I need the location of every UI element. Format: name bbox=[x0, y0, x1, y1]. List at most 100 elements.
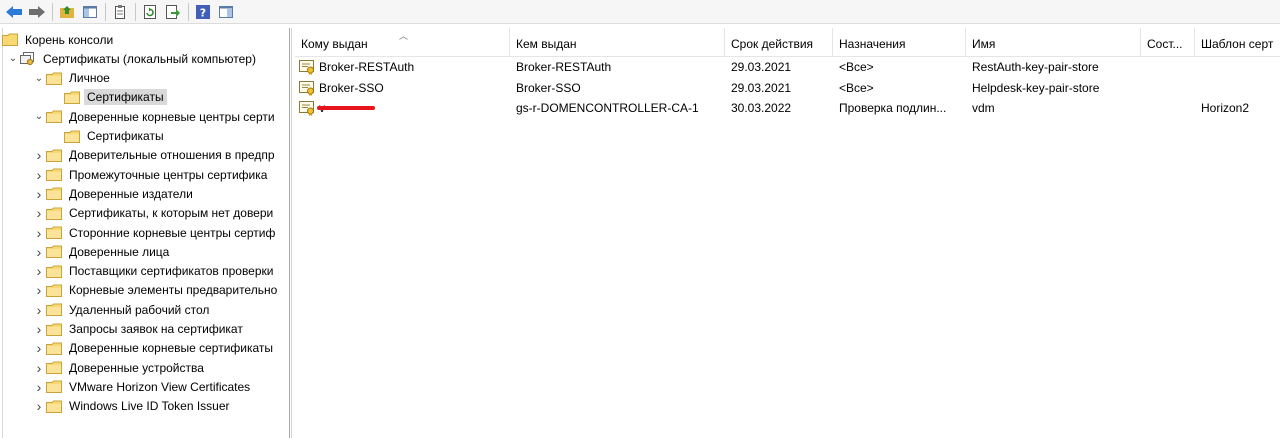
up-folder-button[interactable] bbox=[57, 2, 77, 22]
table-row[interactable]: Broker-RESTAuth Broker-RESTAuth 29.03.2021… bbox=[295, 57, 1280, 77]
tree-node[interactable]: › Windows Live ID Token Issuer bbox=[32, 397, 233, 416]
folder-icon bbox=[46, 361, 62, 375]
expanded-chevron-icon[interactable]: ⌄ bbox=[6, 49, 20, 68]
tree-node[interactable]: ⌄ Личное bbox=[32, 69, 113, 88]
console-root-icon bbox=[2, 33, 18, 46]
table-row[interactable]: Broker-SSO Broker-SSO 29.03.2021 <Все> Helpd… bbox=[295, 78, 1280, 98]
tree-node-label: Промежуточные центры сертифика bbox=[69, 167, 268, 182]
tree-node-label: Личное bbox=[69, 71, 110, 86]
properties-button[interactable] bbox=[110, 2, 130, 22]
forward-button[interactable] bbox=[27, 2, 47, 22]
column-status[interactable]: Сост... bbox=[1141, 28, 1195, 56]
tree-node[interactable]: › Сертификаты, к которым нет довери bbox=[32, 204, 276, 223]
collapsed-chevron-icon[interactable]: › bbox=[32, 358, 46, 377]
column-expiration[interactable]: Срок действия bbox=[725, 28, 833, 56]
tree-node[interactable]: › Доверенные лица bbox=[32, 242, 172, 261]
tree-node-label: VMware Horizon View Certificates bbox=[69, 379, 251, 394]
collapsed-chevron-icon[interactable]: › bbox=[32, 204, 46, 223]
cell-text: 30.03.2022 bbox=[731, 101, 792, 115]
certificate-icon bbox=[299, 100, 315, 116]
column-purposes[interactable]: Назначения bbox=[833, 28, 966, 56]
column-label: Кем выдан bbox=[516, 37, 577, 51]
cell-text: Helpdesk-key-pair-store bbox=[972, 80, 1100, 95]
show-action-pane-button[interactable] bbox=[216, 2, 236, 22]
collapsed-chevron-icon[interactable]: › bbox=[32, 184, 46, 203]
show-hide-tree-button[interactable] bbox=[80, 2, 100, 22]
table-cell: gs-r-DOMENCONTROLLER-CA-1 bbox=[510, 98, 725, 118]
tree-node[interactable]: › VMware Horizon View Certificates bbox=[32, 377, 253, 396]
collapsed-chevron-icon[interactable]: › bbox=[32, 377, 46, 396]
column-issued-by[interactable]: Кем выдан bbox=[510, 28, 725, 56]
collapsed-chevron-icon[interactable]: › bbox=[32, 262, 46, 281]
tree-node-label: Сертификаты, к которым нет довери bbox=[69, 206, 274, 221]
table-cell: <Все> bbox=[833, 78, 966, 98]
folder-icon bbox=[46, 245, 62, 259]
cell-text: 29.03.2021 bbox=[731, 80, 792, 95]
tree-node[interactable]: › Сторонние корневые центры сертиф bbox=[32, 223, 278, 242]
certificate-list[interactable]: Кому выдан ︿ Кем выдан Срок действия Наз… bbox=[295, 28, 1280, 438]
back-button[interactable] bbox=[4, 2, 24, 22]
tree-node[interactable]: › Поставщики сертификатов проверки bbox=[32, 262, 277, 281]
collapsed-chevron-icon[interactable]: › bbox=[32, 320, 46, 339]
cell-text: vdm bbox=[972, 101, 995, 115]
tree-node-label: Поставщики сертификатов проверки bbox=[69, 264, 274, 279]
table-cell bbox=[1141, 78, 1195, 98]
refresh-button[interactable] bbox=[140, 2, 160, 22]
tree-node[interactable]: › Доверенные корневые сертификаты bbox=[32, 339, 276, 358]
table-row[interactable]: v gs-r-DOMENCONTROLLER-CA-1 30.03.2022 Пров… bbox=[295, 98, 1280, 118]
list-pane-edge bbox=[291, 28, 292, 438]
cell-text: Horizon2 bbox=[1201, 101, 1250, 115]
tree-node[interactable]: › Запросы заявок на сертификат bbox=[32, 320, 246, 339]
tree-node[interactable]: › Доверенные издатели bbox=[32, 184, 196, 203]
tree-node[interactable]: ⌄ Доверенные корневые центры серти bbox=[32, 107, 278, 126]
tree-node-label: Windows Live ID Token Issuer bbox=[69, 399, 230, 414]
collapsed-chevron-icon[interactable]: › bbox=[32, 281, 46, 300]
table-cell bbox=[1141, 57, 1195, 77]
tree-node[interactable]: › Удаленный рабочий стол bbox=[32, 300, 212, 319]
collapsed-chevron-icon[interactable]: › bbox=[32, 223, 46, 242]
folder-icon bbox=[46, 400, 62, 413]
properties-icon bbox=[115, 4, 125, 19]
expanded-chevron-icon[interactable]: ⌄ bbox=[32, 69, 46, 88]
console-tree[interactable]: Корень консоли ⌄ Сертификаты (локальный ко… bbox=[0, 28, 290, 438]
tree-node[interactable]: Сертификаты bbox=[50, 88, 167, 107]
collapsed-chevron-icon[interactable]: › bbox=[32, 300, 46, 319]
toolbar: ? bbox=[0, 0, 1280, 24]
tree-node-label: Корневые элементы предварительно bbox=[69, 283, 278, 298]
show-action-pane-icon bbox=[219, 5, 233, 18]
column-label: Сост... bbox=[1147, 37, 1183, 51]
tree-node[interactable]: Сертификаты bbox=[50, 127, 167, 146]
table-cell bbox=[1141, 98, 1195, 118]
help-button[interactable]: ? bbox=[193, 2, 213, 22]
tree-node-label: Сторонние корневые центры сертиф bbox=[69, 225, 276, 240]
table-cell bbox=[1195, 78, 1280, 98]
tree-node[interactable]: › Корневые элементы предварительно bbox=[32, 281, 280, 300]
tree-node[interactable]: Корень консоли bbox=[2, 30, 116, 49]
collapsed-chevron-icon[interactable]: › bbox=[32, 339, 46, 358]
table-cell: 29.03.2021 bbox=[725, 57, 833, 77]
export-list-button[interactable] bbox=[163, 2, 183, 22]
collapsed-chevron-icon[interactable]: › bbox=[32, 397, 46, 416]
table-cell: Broker-RESTAuth bbox=[510, 57, 725, 77]
folder-icon bbox=[46, 265, 62, 278]
tree-node-label: Сертификаты bbox=[87, 129, 164, 143]
collapsed-chevron-icon[interactable]: › bbox=[32, 165, 46, 184]
list-header: Кому выдан ︿ Кем выдан Срок действия Наз… bbox=[295, 28, 1280, 57]
export-list-icon bbox=[166, 4, 180, 19]
tree-node[interactable]: › Промежуточные центры сертифика bbox=[32, 165, 270, 184]
cell-text: Broker-SSO bbox=[516, 80, 581, 95]
tree-node-label: Сертификаты bbox=[84, 89, 167, 106]
expanded-chevron-icon[interactable]: ⌄ bbox=[32, 107, 46, 126]
column-template[interactable]: Шаблон серт bbox=[1195, 28, 1280, 56]
collapsed-chevron-icon[interactable]: › bbox=[32, 242, 46, 261]
tree-node[interactable]: ⌄ Сертификаты (локальный компьютер) bbox=[6, 49, 259, 68]
column-friendly-name[interactable]: Имя bbox=[966, 28, 1141, 56]
folder-icon bbox=[46, 342, 62, 355]
collapsed-chevron-icon[interactable]: › bbox=[32, 146, 46, 165]
tree-node[interactable]: › Доверительные отношения в предпр bbox=[32, 146, 278, 165]
tree-node[interactable]: › Доверенные устройства bbox=[32, 358, 207, 377]
tree-node-label: Запросы заявок на сертификат bbox=[69, 322, 243, 336]
toolbar-separator bbox=[135, 2, 136, 21]
